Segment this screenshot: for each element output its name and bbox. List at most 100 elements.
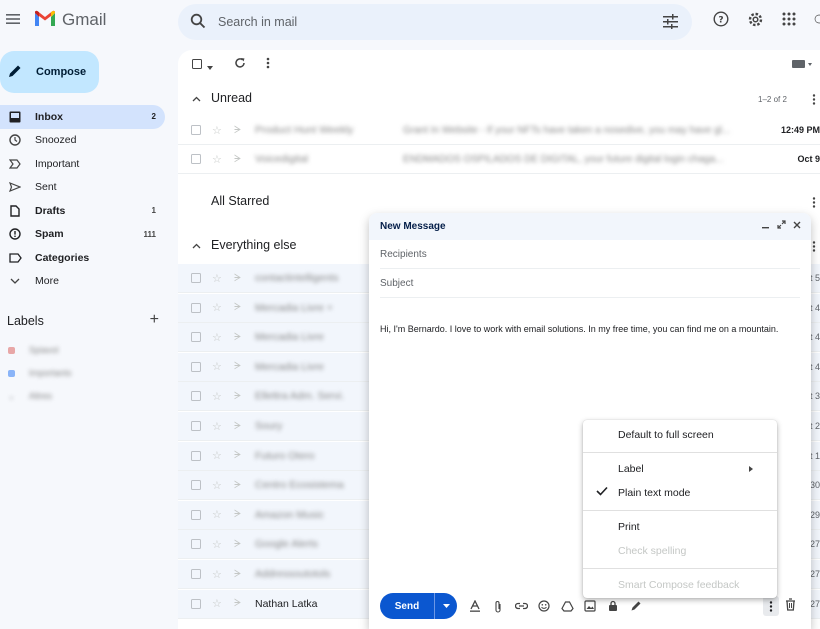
star-icon[interactable]: ☆ [212, 124, 222, 137]
main-menu-icon[interactable] [6, 12, 22, 28]
menu-item-full-screen[interactable]: Default to full screen [583, 423, 777, 447]
send-button[interactable]: Send [380, 593, 434, 619]
account-avatar[interactable] [814, 10, 820, 28]
star-icon[interactable]: ☆ [212, 479, 222, 492]
section-more-icon[interactable] [812, 197, 816, 211]
star-icon[interactable]: ☆ [212, 420, 222, 433]
menu-item-plain-text[interactable]: Plain text mode [583, 481, 777, 505]
refresh-icon[interactable] [234, 57, 246, 72]
select-dropdown-icon[interactable] [207, 61, 213, 73]
help-icon[interactable]: ? [712, 10, 730, 28]
schedule-send-dropdown[interactable] [434, 593, 457, 619]
search-icon[interactable] [190, 13, 206, 32]
row-checkbox[interactable] [191, 569, 201, 579]
starred-section-header[interactable]: All Starred [211, 194, 269, 208]
star-icon[interactable]: ☆ [212, 153, 222, 166]
drive-icon[interactable] [560, 599, 574, 613]
star-icon[interactable]: ☆ [212, 301, 222, 314]
important-marker-icon[interactable]: ᗒ [234, 332, 241, 343]
row-checkbox[interactable] [191, 450, 201, 461]
sidebar-item-inbox[interactable]: Inbox 2 [0, 105, 165, 129]
menu-item-print[interactable]: Print [583, 516, 777, 540]
star-icon[interactable]: ☆ [212, 331, 222, 344]
label-item[interactable]: Spiavol [8, 345, 59, 355]
keyboard-icon[interactable] [792, 59, 812, 71]
search-options-icon[interactable] [663, 14, 678, 32]
row-checkbox[interactable] [191, 361, 201, 372]
row-checkbox[interactable] [191, 480, 201, 491]
menu-item-label-submenu[interactable]: Label [583, 458, 777, 482]
message-body[interactable]: Hi, I'm Bernardo. I love to work with em… [380, 323, 780, 336]
email-row[interactable]: ☆ ᗒ Voicedigital ENDMADOS OSPILADOS DE D… [178, 145, 820, 174]
label-item[interactable]: ⌄ Altres [8, 391, 52, 401]
important-marker-icon[interactable]: ᗒ [234, 302, 241, 313]
row-checkbox[interactable] [191, 154, 201, 164]
important-marker-icon[interactable]: ᗒ [234, 125, 241, 136]
sidebar-item-more[interactable]: More [0, 270, 165, 294]
minimize-icon[interactable] [762, 220, 770, 233]
compose-button[interactable]: Compose [0, 51, 99, 93]
row-checkbox[interactable] [191, 391, 201, 402]
row-checkbox[interactable] [191, 273, 201, 283]
unread-section-header[interactable]: Unread [192, 91, 252, 105]
row-checkbox[interactable] [191, 332, 201, 343]
attach-icon[interactable] [491, 599, 505, 613]
row-checkbox[interactable] [191, 302, 201, 313]
important-marker-icon[interactable]: ᗒ [234, 450, 241, 461]
photo-icon[interactable] [583, 599, 597, 613]
everything-section-header[interactable]: Everything else [192, 238, 296, 252]
important-marker-icon[interactable]: ᗒ [234, 569, 241, 580]
email-row[interactable]: ☆ ᗒ Product Hunt Weekly Grant In Website… [178, 116, 820, 145]
discard-draft-icon[interactable] [785, 598, 796, 614]
section-more-icon[interactable] [812, 94, 816, 108]
important-marker-icon[interactable]: ᗒ [234, 154, 241, 165]
search-input[interactable] [218, 4, 648, 40]
important-marker-icon[interactable]: ᗒ [234, 509, 241, 520]
close-icon[interactable] [793, 220, 801, 233]
link-icon[interactable] [514, 599, 528, 613]
recipients-input[interactable] [380, 248, 800, 260]
settings-gear-icon[interactable] [746, 10, 764, 28]
sidebar-item-sent[interactable]: Sent [0, 176, 165, 200]
row-checkbox[interactable] [191, 598, 201, 609]
gmail-logo[interactable]: Gmail [34, 10, 106, 30]
row-checkbox[interactable] [191, 539, 201, 550]
formatting-icon[interactable] [468, 599, 482, 613]
row-checkbox[interactable] [191, 509, 201, 520]
star-icon[interactable]: ☆ [212, 360, 222, 373]
subject-input[interactable] [380, 277, 800, 289]
sidebar-item-drafts[interactable]: Drafts 1 [0, 199, 165, 223]
important-marker-icon[interactable]: ᗒ [234, 480, 241, 491]
important-marker-icon[interactable]: ᗒ [234, 539, 241, 550]
star-icon[interactable]: ☆ [212, 390, 222, 403]
add-label-icon[interactable]: + [150, 311, 159, 329]
important-marker-icon[interactable]: ᗒ [234, 598, 241, 609]
search-bar[interactable] [178, 4, 692, 40]
more-options-icon[interactable] [763, 596, 779, 616]
star-icon[interactable]: ☆ [212, 508, 222, 521]
signature-pen-icon[interactable] [629, 599, 643, 613]
row-checkbox[interactable] [191, 125, 201, 135]
important-marker-icon[interactable]: ᗒ [234, 273, 241, 284]
sidebar-item-spam[interactable]: Spam 111 [0, 223, 165, 247]
label-item[interactable]: Importants [8, 368, 72, 378]
sidebar-item-snoozed[interactable]: Snoozed [0, 129, 165, 153]
important-marker-icon[interactable]: ᗒ [234, 421, 241, 432]
emoji-icon[interactable] [537, 599, 551, 613]
star-icon[interactable]: ☆ [212, 449, 222, 462]
star-icon[interactable]: ☆ [212, 568, 222, 581]
apps-grid-icon[interactable] [780, 10, 798, 28]
important-marker-icon[interactable]: ᗒ [234, 361, 241, 372]
star-icon[interactable]: ☆ [212, 272, 222, 285]
confidential-icon[interactable] [606, 599, 620, 613]
row-checkbox[interactable] [191, 421, 201, 431]
star-icon[interactable]: ☆ [212, 538, 222, 551]
important-marker-icon[interactable]: ᗒ [234, 391, 241, 402]
sidebar-item-categories[interactable]: Categories [0, 246, 165, 270]
more-vert-icon[interactable] [266, 57, 270, 72]
fullscreen-icon[interactable] [777, 220, 786, 233]
star-icon[interactable]: ☆ [212, 597, 222, 610]
compose-header[interactable]: New Message [369, 213, 811, 240]
sidebar-item-important[interactable]: Important [0, 152, 165, 176]
section-more-icon[interactable] [812, 241, 816, 255]
